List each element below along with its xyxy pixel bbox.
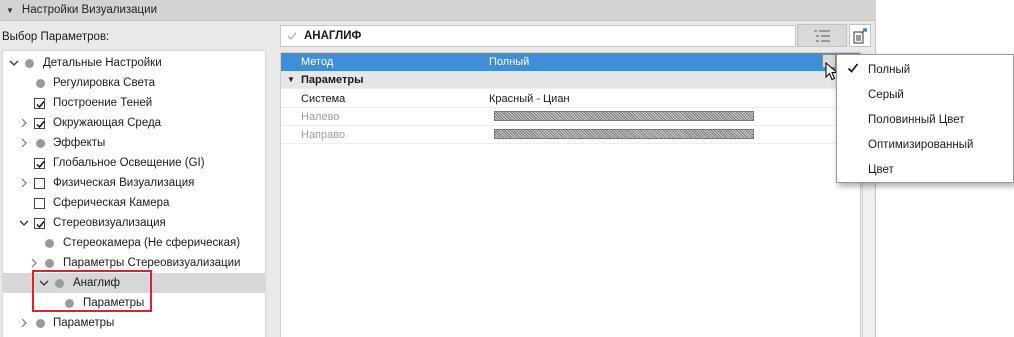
list-view-button[interactable] [797, 24, 847, 47]
dot-icon [45, 258, 54, 268]
settings-name-field[interactable]: АНАГЛИФ [280, 25, 796, 47]
chevron-right-icon[interactable] [19, 118, 29, 128]
checkmark-icon [847, 63, 859, 73]
collapse-triangle-icon[interactable]: ▼ [287, 75, 295, 84]
right-color-swatch [494, 129, 754, 139]
row-value: Полный [489, 56, 530, 68]
collapse-triangle-icon[interactable]: ▼ [6, 6, 14, 15]
tree-item-light-adjust[interactable]: Регулировка Света [3, 73, 265, 93]
menu-item-label: Серый [868, 88, 904, 101]
parameters-selection-label: Выбор Параметров: [2, 31, 110, 43]
tree-item-physical-render[interactable]: Физическая Визуализация [3, 173, 265, 193]
grid-group-parameters[interactable]: ▼ Параметры [281, 71, 860, 89]
settings-name: АНАГЛИФ [304, 30, 362, 42]
tree-item-label: Параметры Стереовизуализации [63, 257, 241, 269]
chevron-right-icon[interactable] [29, 258, 39, 268]
row-value: Красный - Циан [489, 92, 570, 105]
export-button[interactable] [849, 24, 871, 47]
tree-item-environment[interactable]: Окружающая Среда [3, 113, 265, 133]
checkbox[interactable] [34, 117, 45, 129]
panel-title: Настройки Визуализации [21, 4, 157, 16]
chevron-down-icon[interactable] [19, 218, 29, 228]
parameters-grid: Метод Полный ▼ Параметры Система Красный… [280, 52, 861, 337]
grid-row-right: Направо [281, 126, 860, 144]
export-document-icon [853, 27, 867, 43]
tree-item-label: Детальные Настройки [43, 57, 162, 69]
panel-header[interactable]: ▼ Настройки Визуализации [0, 0, 876, 21]
checkbox[interactable] [34, 177, 45, 189]
menu-item-label: Полный [868, 63, 911, 76]
dot-icon [36, 138, 45, 148]
menu-item-gray[interactable]: Серый [837, 82, 1013, 107]
menu-item-full[interactable]: Полный [837, 57, 1013, 82]
method-dropdown-menu: Полный Серый Половинный Цвет Оптимизиров… [836, 54, 1014, 183]
tree-item-label: Стереокамера (Не сферическая) [63, 237, 241, 249]
tree-item-detailed-settings[interactable]: Детальные Настройки [3, 53, 265, 73]
highlight-box [32, 270, 152, 312]
grid-row-left: Налево [281, 108, 860, 126]
rendering-settings-panel: ▼ Настройки Визуализации Выбор Параметро… [0, 0, 876, 337]
row-key: Налево [301, 110, 340, 123]
menu-item-half-color[interactable]: Половинный Цвет [837, 107, 1013, 132]
chevron-right-icon[interactable] [19, 178, 29, 188]
dot-icon [36, 78, 45, 88]
tree-item-label: Глобальное Освещение (GI) [53, 157, 205, 169]
menu-item-label: Оптимизированный [868, 138, 974, 151]
tree-item-label: Построение Теней [53, 97, 153, 109]
chevron-down-icon[interactable] [9, 58, 19, 68]
left-color-swatch [494, 111, 754, 121]
checkbox[interactable] [34, 97, 45, 109]
dot-icon [25, 58, 34, 68]
grid-row-system[interactable]: Система Красный - Циан [281, 90, 860, 108]
checkbox[interactable] [34, 197, 45, 209]
tree-item-shadows[interactable]: Построение Теней [3, 93, 265, 113]
tree-item-label: Параметры [53, 317, 115, 329]
row-key: Метод [301, 56, 334, 68]
tree-item-spherical-camera[interactable]: Сферическая Камера [3, 193, 265, 213]
menu-item-label: Цвет [868, 163, 894, 176]
tree-item-effects[interactable]: Эффекты [3, 133, 265, 153]
tree-item-label: Эффекты [53, 137, 106, 149]
tree-item-stereo[interactable]: Стереовизуализация [3, 213, 265, 233]
tree-item-stereo-camera[interactable]: Стереокамера (Не сферическая) [3, 233, 265, 253]
check-icon [287, 32, 297, 41]
menu-item-label: Половинный Цвет [868, 113, 965, 126]
row-key: Направо [301, 128, 346, 141]
grid-row-method[interactable]: Метод Полный [281, 53, 860, 71]
tree-item-global-illumination[interactable]: Глобальное Освещение (GI) [3, 153, 265, 173]
row-key: Система [301, 92, 346, 105]
tree-item-label: Регулировка Света [53, 77, 155, 89]
menu-item-optimized[interactable]: Оптимизированный [837, 132, 1013, 157]
tree-item-label: Сферическая Камера [53, 197, 170, 209]
chevron-right-icon[interactable] [19, 138, 29, 148]
dot-icon [36, 318, 45, 328]
tree-item-label: Физическая Визуализация [53, 177, 195, 189]
tree-item-label: Стереовизуализация [53, 217, 166, 229]
menu-item-color[interactable]: Цвет [837, 157, 1013, 182]
dot-icon [45, 238, 54, 248]
checkbox[interactable] [34, 217, 45, 229]
tree-item-params[interactable]: Параметры [3, 313, 265, 333]
list-icon [814, 29, 830, 42]
chevron-right-icon[interactable] [19, 318, 29, 328]
checkbox[interactable] [34, 157, 45, 169]
tree-item-label: Окружающая Среда [53, 117, 162, 129]
group-label: Параметры [301, 73, 364, 86]
